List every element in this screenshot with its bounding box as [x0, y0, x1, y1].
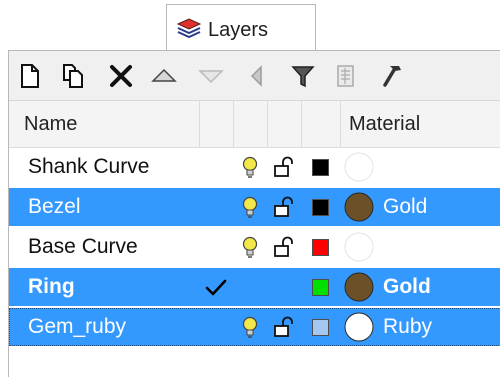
- tab-label: Layers: [208, 19, 269, 41]
- move-up-button[interactable]: [149, 61, 179, 91]
- color-box: [312, 158, 329, 176]
- toolbar: [9, 51, 500, 101]
- layer-name[interactable]: Base Curve: [28, 228, 138, 266]
- column-divider: [301, 101, 302, 147]
- material-name: Gold: [383, 275, 431, 298]
- column-divider: [233, 101, 234, 147]
- color-box: [312, 198, 329, 216]
- material-sphere-icon: [344, 272, 374, 302]
- visibility-toggle[interactable]: [233, 228, 267, 266]
- column-divider: [199, 101, 200, 147]
- tab-strip: Layers: [0, 0, 500, 51]
- layers-panel: Name Material Shank Curve Bezel Gold Base C…: [8, 50, 500, 377]
- unlocked-padlock-icon: [274, 196, 293, 217]
- lock-toggle[interactable]: [267, 308, 301, 346]
- delete-x-icon: [110, 65, 132, 87]
- layer-row[interactable]: Gem_ruby Ruby: [9, 308, 500, 346]
- material-sphere-icon: [344, 312, 374, 342]
- visibility-toggle[interactable]: [233, 308, 267, 346]
- visibility-toggle[interactable]: [233, 188, 267, 226]
- new-document-icon: [21, 64, 39, 88]
- unlocked-padlock-icon: [274, 316, 293, 337]
- layers-icon: [176, 15, 202, 46]
- header-material[interactable]: Material: [349, 101, 420, 147]
- material-name: Gold: [383, 195, 428, 218]
- triangle-down-icon: [198, 70, 224, 84]
- layer-states-button[interactable]: [331, 61, 361, 91]
- lightbulb-icon: [242, 156, 258, 178]
- color-box: [312, 318, 329, 336]
- material-swatch[interactable]: [340, 308, 378, 346]
- column-divider: [340, 101, 341, 147]
- layer-color-swatch[interactable]: [301, 148, 340, 186]
- funnel-icon: [291, 66, 315, 88]
- layer-row[interactable]: Shank Curve: [9, 148, 500, 186]
- layer-color-swatch[interactable]: [301, 188, 340, 226]
- tools-button[interactable]: [378, 61, 408, 91]
- filter-button[interactable]: [288, 61, 318, 91]
- lock-toggle[interactable]: [267, 188, 301, 226]
- current-layer-check[interactable]: [199, 268, 233, 306]
- lightbulb-icon: [242, 196, 258, 218]
- layer-name[interactable]: Gem_ruby: [28, 308, 126, 346]
- grid-doc-icon: [337, 65, 354, 87]
- material-name: Ruby: [383, 315, 433, 338]
- unlocked-padlock-icon: [274, 156, 293, 177]
- lightbulb-icon: [242, 236, 258, 258]
- visibility-toggle[interactable]: [233, 148, 267, 186]
- delete-layer-button[interactable]: [106, 61, 136, 91]
- lock-toggle[interactable]: [267, 148, 301, 186]
- move-out-button[interactable]: [242, 61, 272, 91]
- lock-toggle[interactable]: [267, 228, 301, 266]
- color-box: [312, 278, 329, 296]
- move-down-button[interactable]: [196, 61, 226, 91]
- copy-icon: [63, 64, 83, 88]
- layer-name[interactable]: Ring: [28, 268, 75, 306]
- layer-row[interactable]: Bezel Gold: [9, 188, 500, 226]
- material-swatch[interactable]: [340, 188, 378, 226]
- new-sublayer-button[interactable]: [58, 61, 88, 91]
- hammer-icon: [383, 66, 401, 87]
- layer-color-swatch[interactable]: [301, 228, 340, 266]
- header-name[interactable]: Name: [24, 101, 77, 147]
- column-divider: [267, 101, 268, 147]
- new-layer-button[interactable]: [15, 61, 45, 91]
- material-sphere-icon: [344, 192, 374, 222]
- layer-color-swatch[interactable]: [301, 308, 340, 346]
- material-swatch[interactable]: [340, 228, 378, 266]
- column-header: Name Material: [9, 101, 500, 148]
- layer-row[interactable]: Base Curve: [9, 228, 500, 266]
- color-box: [312, 238, 329, 256]
- unlocked-padlock-icon: [274, 236, 293, 257]
- lightbulb-icon: [242, 316, 258, 338]
- material-swatch[interactable]: [340, 268, 378, 306]
- material-sphere-icon: [344, 152, 374, 182]
- layer-name[interactable]: Bezel: [28, 188, 81, 226]
- material-sphere-icon: [344, 232, 374, 262]
- tab-layers[interactable]: Layers: [166, 4, 316, 51]
- material-swatch[interactable]: [340, 148, 378, 186]
- layer-row[interactable]: Ring Gold: [9, 268, 500, 306]
- checkmark-icon: [205, 279, 227, 296]
- layer-name[interactable]: Shank Curve: [28, 148, 149, 186]
- layer-color-swatch[interactable]: [301, 268, 340, 306]
- triangle-left-icon: [250, 65, 262, 87]
- triangle-up-icon: [151, 68, 177, 82]
